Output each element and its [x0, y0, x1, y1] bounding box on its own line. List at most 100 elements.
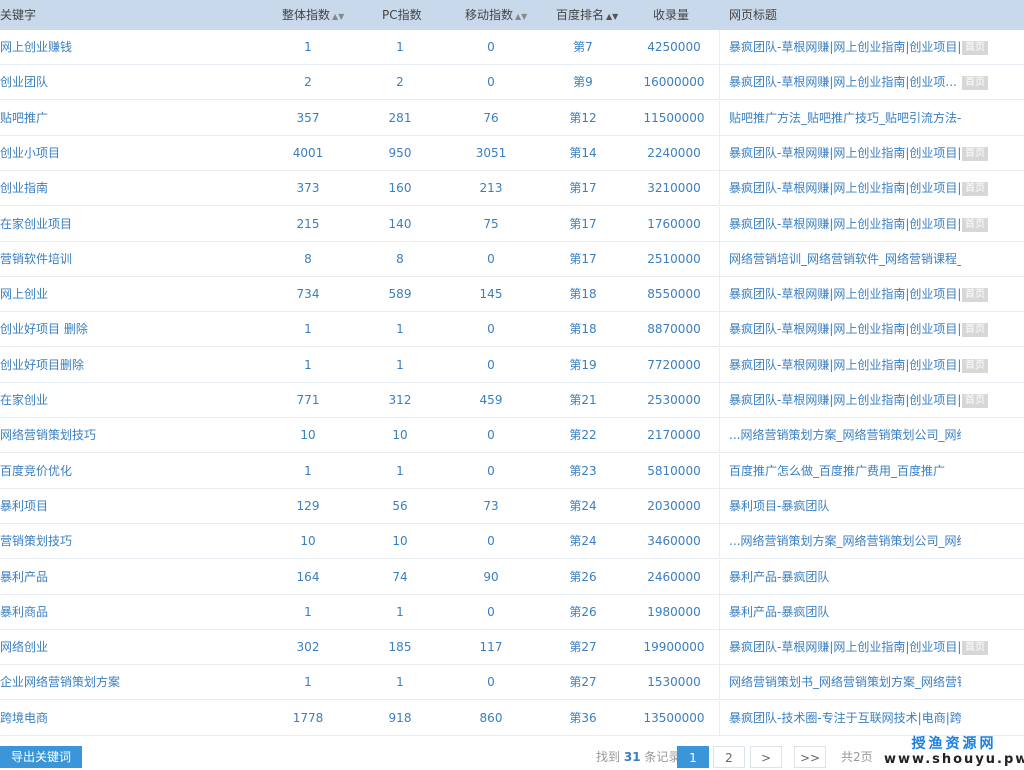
mobile-index: 0 [487, 675, 495, 690]
page-title-link[interactable]: 暴疯团队-草根网赚|网上创业指南|创业项... [729, 65, 961, 100]
total-index: 1778 [292, 710, 324, 725]
col-keyword: 关键字 [0, 8, 37, 22]
baidu-rank: 第19 [569, 357, 597, 372]
keyword-link[interactable]: 网上创业赚钱 [0, 30, 260, 65]
indexed-count: 8870000 [647, 322, 701, 337]
table-row: 在家创业项目 215 140 75 第17 1760000 暴疯团队-草根网赚|网上创业指南… [0, 206, 1024, 242]
keyword-link[interactable]: 百度竞价优化 [0, 454, 260, 489]
indexed-count: 2170000 [647, 428, 701, 443]
total-index: 1 [304, 675, 312, 690]
homepage-badge: 首页 [962, 394, 988, 408]
mobile-index: 0 [487, 357, 495, 372]
next-page-button[interactable]: > [750, 746, 782, 768]
page-title-link[interactable]: 暴疯团队-草根网赚|网上创业指南|创业项目|... [729, 30, 961, 65]
keyword-link[interactable]: 在家创业项目 [0, 207, 260, 242]
col-baidu-rank[interactable]: 百度排名 ▲▼ [556, 0, 618, 30]
col-total-index[interactable]: 整体指数 ▲▼ [282, 0, 344, 30]
pc-index: 918 [388, 710, 412, 725]
table-row: 网上创业 734 589 145 第18 8550000 暴疯团队-草根网赚|网上创业指南|… [0, 277, 1024, 313]
keyword-link[interactable]: 网络创业 [0, 630, 260, 665]
table-row: 贴吧推广 357 281 76 第12 11500000 贴吧推广方法_贴吧推广技巧_贴吧引… [0, 100, 1024, 136]
column-divider [719, 665, 720, 701]
indexed-count: 3210000 [647, 181, 701, 196]
keyword-link[interactable]: 创业团队 [0, 65, 260, 100]
page-title-link[interactable]: 暴疯团队-草根网赚|网上创业指南|创业项目|... [729, 171, 961, 206]
homepage-badge: 首页 [962, 76, 988, 91]
indexed-count: 2510000 [647, 251, 701, 266]
found-suffix: 条记录 [644, 750, 681, 764]
keyword-link[interactable]: 暴利产品 [0, 560, 260, 595]
page-title-link[interactable]: 暴疯团队-草根网赚|网上创业指南|创业项目|... [729, 348, 961, 383]
page-title-link[interactable]: 暴疯团队-草根网赚|网上创业指南|创业项目|... [729, 383, 961, 418]
indexed-count: 1760000 [647, 216, 701, 231]
homepage-badge: 首页 [962, 41, 988, 55]
pc-index: 1 [396, 40, 404, 54]
page-title-link[interactable]: 贴吧推广方法_贴吧推广技巧_贴吧引流方法-暴... [729, 101, 961, 136]
indexed-count: 16000000 [643, 75, 705, 90]
total-index: 2 [304, 75, 312, 90]
keyword-link[interactable]: 暴利项目 [0, 489, 260, 524]
col-rank-label: 百度排名 [556, 8, 605, 22]
page-title-link[interactable]: 暴利产品-暴疯团队 [729, 595, 961, 630]
export-keywords-button[interactable]: 导出关键词 [0, 746, 82, 768]
mobile-index: 76 [483, 110, 499, 125]
col-mobile-index[interactable]: 移动指数 ▲▼ [465, 0, 527, 30]
baidu-rank: 第17 [569, 251, 597, 266]
page-title-link[interactable]: 百度推广怎么做_百度推广费用_百度推广 [729, 454, 961, 489]
sort-icon[interactable]: ▲▼ [606, 12, 618, 21]
keyword-link[interactable]: 创业好项目删除 [0, 348, 260, 383]
keyword-link[interactable]: 网络营销策划技巧 [0, 418, 260, 453]
keyword-link[interactable]: 网上创业 [0, 277, 260, 312]
total-index: 1 [304, 40, 312, 54]
last-page-button[interactable]: >> [794, 746, 826, 768]
keyword-link[interactable]: 企业网络营销策划方案 [0, 665, 260, 700]
keyword-link[interactable]: 暴利商品 [0, 595, 260, 630]
sort-icon[interactable]: ▲▼ [515, 12, 527, 21]
mobile-index: 860 [479, 710, 503, 725]
keyword-link[interactable]: 跨境电商 [0, 701, 260, 736]
mobile-index: 73 [483, 498, 499, 513]
page-title-link[interactable]: 暴疯团队-草根网赚|网上创业指南|创业项目|... [729, 312, 961, 347]
total-pages: 共2页 [841, 750, 873, 764]
page-title-link[interactable]: 暴疯团队-草根网赚|网上创业指南|创业项目|... [729, 207, 961, 242]
column-divider [719, 277, 720, 313]
page-title-link[interactable]: 暴疯团队-草根网赚|网上创业指南|创业项目|... [729, 630, 961, 665]
col-total-label: 整体指数 [282, 8, 331, 22]
page-title-link[interactable]: 暴疯团队-草根网赚|网上创业指南|创业项目|... [729, 136, 961, 171]
homepage-badge: 首页 [962, 323, 988, 338]
column-divider [719, 700, 720, 736]
keyword-link[interactable]: 创业指南 [0, 171, 260, 206]
total-index: 129 [296, 498, 320, 513]
pc-index: 140 [388, 216, 412, 231]
page-title-link[interactable]: ...网络营销策划方案_网络营销策划公司_网络... [729, 418, 961, 453]
page-1-button[interactable]: 1 [677, 746, 709, 768]
page-title-link[interactable]: 网络营销培训_网络营销软件_网络营销课程_网... [729, 242, 961, 277]
baidu-rank: 第26 [569, 604, 597, 619]
baidu-rank: 第22 [569, 428, 597, 443]
pc-index: 74 [392, 569, 408, 584]
sort-icon[interactable]: ▲▼ [332, 12, 344, 21]
keyword-link[interactable]: 营销策划技巧 [0, 524, 260, 559]
page-title-link[interactable]: 暴疯团队-技术圈-专注于互联网技术|电商|跨... [729, 701, 961, 736]
table-row: 暴利项目 129 56 73 第24 2030000 暴利项目-暴疯团队 [0, 488, 1024, 524]
page-title-link[interactable]: 暴利产品-暴疯团队 [729, 560, 961, 595]
keyword-link[interactable]: 营销软件培训 [0, 242, 260, 277]
baidu-rank: 第27 [569, 675, 597, 690]
indexed-count: 3460000 [647, 534, 701, 549]
page-title-link[interactable]: 暴利项目-暴疯团队 [729, 489, 961, 524]
page-title-link[interactable]: 网络营销策划书_网络营销策划方案_网络营销... [729, 665, 961, 700]
homepage-badge: 首页 [962, 182, 988, 197]
keyword-link[interactable]: 在家创业 [0, 383, 260, 418]
page-title-link[interactable]: 暴疯团队-草根网赚|网上创业指南|创业项目|... [729, 277, 961, 312]
total-index: 1 [304, 357, 312, 372]
page-2-button[interactable]: 2 [713, 746, 745, 768]
indexed-count: 13500000 [643, 710, 705, 725]
keyword-link[interactable]: 创业好项目 删除 [0, 312, 260, 347]
page-title-link[interactable]: ...网络营销策划方案_网络营销策划公司_网络... [729, 524, 961, 559]
baidu-rank: 第7 [573, 40, 593, 54]
keyword-link[interactable]: 创业小项目 [0, 136, 260, 171]
indexed-count: 7720000 [647, 357, 701, 372]
mobile-index: 3051 [475, 145, 507, 160]
mobile-index: 0 [487, 428, 495, 443]
keyword-link[interactable]: 贴吧推广 [0, 101, 260, 136]
